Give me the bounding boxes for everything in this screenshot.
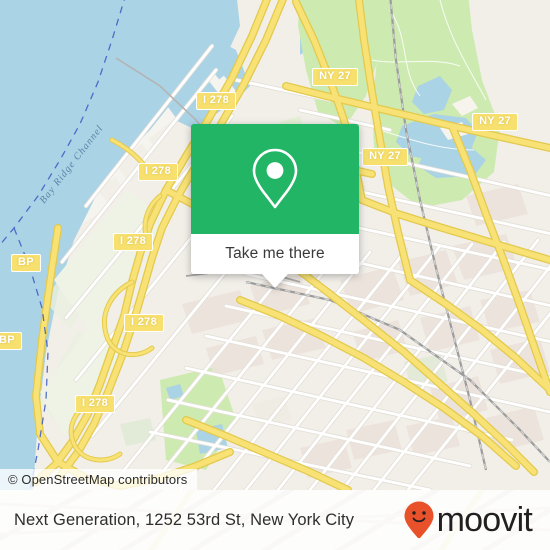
highway-shield: BP bbox=[11, 254, 41, 272]
moovit-wordmark: moovit bbox=[436, 501, 533, 539]
highway-shield: I 278 bbox=[138, 163, 178, 181]
highway-shield: I 278 bbox=[124, 314, 164, 332]
map-canvas[interactable]: Bay Ridge Channel I 278 I 278 I 278 I 278 I … bbox=[0, 0, 550, 490]
footer-bar: Next Generation, 1252 53rd St, New York … bbox=[0, 490, 550, 550]
footer-content: Next Generation, 1252 53rd St, New York … bbox=[0, 490, 550, 550]
take-me-there-label: Take me there bbox=[225, 245, 325, 262]
highway-shield: NY 27 bbox=[312, 68, 358, 86]
highway-shield: BP bbox=[0, 332, 22, 350]
destination-popup-card[interactable]: Take me there bbox=[191, 124, 359, 288]
map-screenshot-root: Bay Ridge Channel I 278 I 278 I 278 I 278 I … bbox=[0, 0, 550, 550]
osm-attribution: © OpenStreetMap contributors bbox=[0, 469, 198, 490]
highway-shield: I 278 bbox=[113, 233, 153, 251]
moovit-smiley-pin-icon bbox=[404, 501, 434, 539]
popup-pin-area bbox=[191, 124, 359, 234]
popup-action-bar[interactable]: Take me there bbox=[191, 234, 359, 274]
map-pin-icon bbox=[252, 148, 298, 209]
highway-shield: I 278 bbox=[196, 92, 236, 110]
moovit-logo[interactable]: moovit bbox=[403, 500, 533, 540]
place-title: Next Generation, 1252 53rd St, New York … bbox=[14, 510, 355, 529]
highway-shield: NY 27 bbox=[472, 113, 518, 131]
osm-attribution-text: © OpenStreetMap contributors bbox=[8, 472, 188, 487]
highway-shield: NY 27 bbox=[362, 148, 408, 166]
popup-tail bbox=[262, 274, 288, 288]
highway-shield: I 278 bbox=[75, 395, 115, 413]
